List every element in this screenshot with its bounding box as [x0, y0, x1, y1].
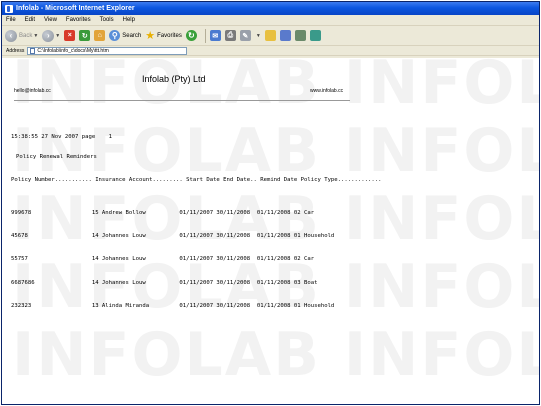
chevron-down-icon: ▼: [255, 32, 261, 39]
mail-icon[interactable]: ✉: [209, 30, 221, 41]
forward-button[interactable]: › ▼: [42, 29, 61, 42]
menu-favorites[interactable]: Favorites: [66, 17, 91, 23]
report: Infolab (Pty) Ltd hello@infolab.cc www.i…: [2, 58, 539, 404]
address-label: Address: [6, 47, 25, 54]
menu-tools[interactable]: Tools: [100, 17, 114, 23]
email-address: hello@infolab.cc: [14, 88, 51, 94]
toolbar: ‹ Back ▼ › ▼ × ↻ ⌂ ⚲ Search ★ Favorites …: [2, 26, 539, 46]
company-name: Infolab (Pty) Ltd: [142, 74, 206, 84]
home-icon[interactable]: ⌂: [94, 30, 106, 41]
toolbar-separator: [204, 28, 206, 43]
report-rows: 999678 15 Andrew Bollow 01/11/2007 30/11…: [11, 194, 334, 327]
menu-help[interactable]: Help: [123, 17, 135, 23]
title-bar[interactable]: Infolab - Microsoft Internet Explorer: [2, 2, 539, 15]
back-label: Back: [19, 32, 33, 39]
search-icon: ⚲: [109, 30, 121, 41]
window-title: Infolab - Microsoft Internet Explorer: [16, 5, 135, 12]
research-icon[interactable]: [294, 30, 306, 41]
forward-arrow-icon: ›: [42, 29, 55, 42]
website-address: www.infolab.cc: [310, 88, 344, 94]
chevron-down-icon: ▼: [33, 32, 39, 39]
menu-edit[interactable]: Edit: [25, 17, 35, 23]
chevron-down-icon: ▼: [55, 32, 61, 39]
header-divider: [14, 100, 350, 101]
column-header: Policy Number........... Insurance Accou…: [11, 177, 382, 183]
table-row: 55757 14 Johannes Louw 01/11/2007 30/11/…: [11, 256, 315, 263]
table-row: 232323 13 Alinda Miranda 01/11/2007 30/1…: [11, 303, 335, 310]
table-row: 6687686 14 Johannes Louw 01/11/2007 30/1…: [11, 279, 318, 286]
page-content: INFOLAB INFOLAB INFOLAB INFOLAB INFOLAB …: [2, 58, 539, 404]
address-bar: Address C:\Infolab\info_c\docs\My\ttt.ht…: [2, 46, 539, 56]
table-row: 45678 14 Johannes Louw 01/11/2007 30/11/…: [11, 232, 335, 239]
edit-icon[interactable]: ✎: [239, 30, 251, 41]
search-label: Search: [122, 32, 142, 39]
stop-icon[interactable]: ×: [64, 30, 76, 41]
favorites-label: Favorites: [157, 32, 182, 39]
tools-icon[interactable]: [309, 30, 321, 41]
print-icon[interactable]: ⎙: [224, 30, 236, 41]
table-row: 999678 15 Andrew Bollow 01/11/2007 30/11…: [11, 209, 315, 216]
menu-bar: File Edit View Favorites Tools Help: [2, 15, 539, 26]
refresh-icon[interactable]: ↻: [79, 30, 91, 41]
star-icon: ★: [145, 30, 156, 42]
address-input[interactable]: C:\Infolab\info_c\docs\My\ttt.htm: [27, 46, 188, 55]
menu-file[interactable]: File: [6, 17, 16, 23]
messenger-icon[interactable]: [279, 30, 291, 41]
history-icon[interactable]: ↻: [185, 30, 197, 41]
report-title: Policy Renewal Reminders: [16, 154, 97, 160]
ie-icon: [5, 4, 13, 13]
back-button[interactable]: ‹ Back ▼: [5, 29, 39, 42]
browser-window: Infolab - Microsoft Internet Explorer Fi…: [1, 1, 540, 405]
address-value: C:\Infolab\info_c\docs\My\ttt.htm: [37, 47, 109, 54]
search-button[interactable]: ⚲ Search: [109, 30, 141, 41]
menu-view[interactable]: View: [44, 17, 57, 23]
favorites-button[interactable]: ★ Favorites: [145, 29, 182, 42]
report-timestamp: 15:38:55 27 Nov 2007 page 1: [11, 134, 113, 140]
folder-icon[interactable]: [264, 30, 276, 41]
back-arrow-icon: ‹: [5, 29, 17, 42]
page-icon: [30, 47, 36, 54]
